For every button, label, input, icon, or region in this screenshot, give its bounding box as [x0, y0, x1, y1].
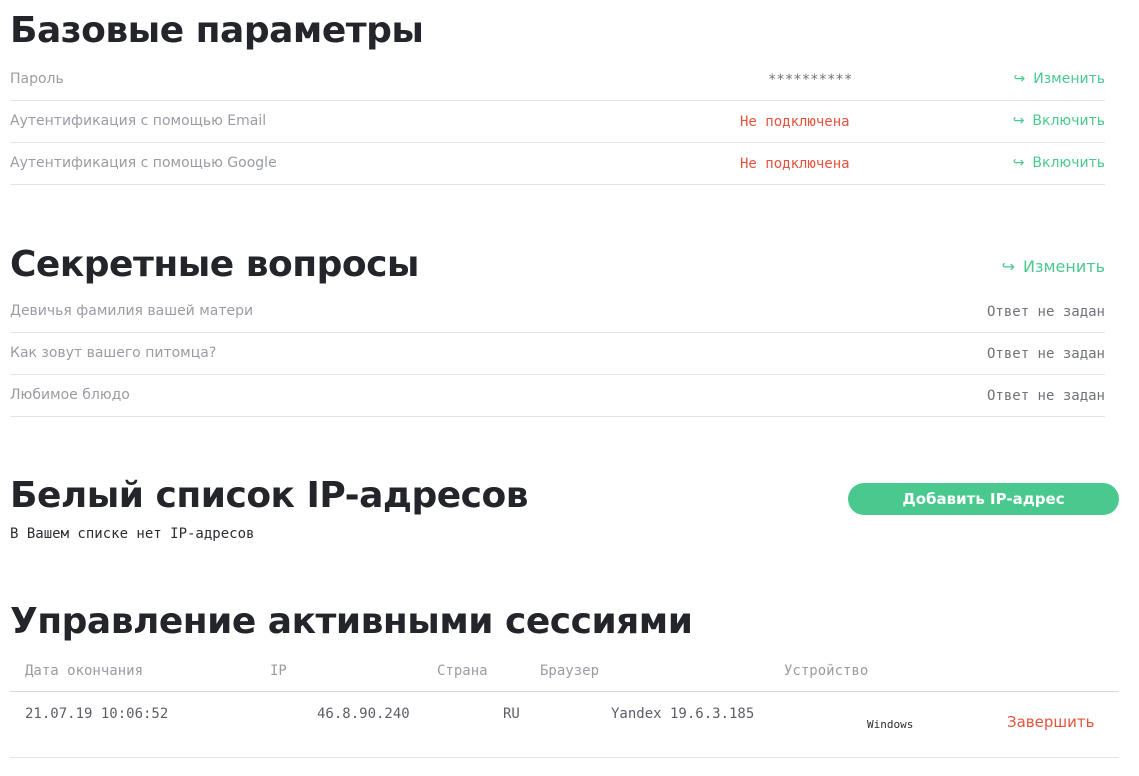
- session-ip: 46.8.90.240: [317, 706, 410, 722]
- column-header-device: Устройство: [784, 663, 869, 679]
- password-row: Пароль ********** ↪ Изменить: [10, 59, 1105, 101]
- password-value: **********: [768, 72, 853, 88]
- secret-question-label: Девичья фамилия вашей матери: [10, 303, 254, 319]
- redo-arrow-icon: ↪: [1012, 155, 1025, 171]
- secret-answer-status: Ответ не задан: [986, 304, 1105, 320]
- add-ip-button[interactable]: Добавить IP-адрес: [848, 483, 1119, 515]
- secret-questions-title: Секретные вопросы: [10, 244, 419, 285]
- column-header-ip: IP: [270, 663, 287, 679]
- ip-whitelist-empty-text: В Вашем списке нет IP-адресов: [10, 526, 255, 542]
- table-row-divider: [10, 757, 1119, 758]
- sessions-title: Управление активными сессиями: [10, 601, 693, 642]
- ip-whitelist-title: Белый список IP-адресов: [10, 475, 529, 516]
- redo-arrow-icon: ↪: [1013, 71, 1026, 87]
- enable-email-auth-button[interactable]: ↪ Включить: [1013, 113, 1105, 129]
- session-country: RU: [503, 706, 520, 722]
- redo-arrow-icon: ↪: [1001, 257, 1015, 276]
- google-auth-label: Аутентификация с помощью Google: [10, 155, 277, 171]
- change-password-button[interactable]: ↪ Изменить: [1014, 71, 1105, 87]
- change-secret-questions-button[interactable]: ↪ Изменить: [1002, 257, 1105, 276]
- secret-question-row: Девичья фамилия вашей матери Ответ не за…: [10, 291, 1105, 333]
- basic-settings-title: Базовые параметры: [10, 10, 424, 51]
- email-auth-status: Не подключена: [740, 114, 850, 130]
- email-auth-label: Аутентификация с помощью Email: [10, 113, 267, 129]
- secret-question-row: Как зовут вашего питомца? Ответ не задан: [10, 333, 1105, 375]
- column-header-end-date: Дата окончания: [25, 663, 144, 679]
- session-browser: Yandex 19.6.3.185: [611, 706, 755, 722]
- session-end-date: 21.07.19 10:06:52: [25, 706, 169, 722]
- secret-answer-status: Ответ не задан: [986, 346, 1105, 362]
- secret-answer-status: Ответ не задан: [986, 388, 1105, 404]
- table-header-divider: [10, 691, 1119, 692]
- enable-google-auth-button[interactable]: ↪ Включить: [1013, 155, 1105, 171]
- column-header-country: Страна: [437, 663, 488, 679]
- session-device: Windows: [867, 718, 914, 731]
- column-header-browser: Браузер: [540, 663, 600, 679]
- redo-arrow-icon: ↪: [1012, 113, 1025, 129]
- google-auth-row: Аутентификация с помощью Google Не подкл…: [10, 143, 1105, 185]
- secret-question-label: Любимое блюдо: [10, 387, 130, 403]
- secret-question-label: Как зовут вашего питомца?: [10, 345, 217, 361]
- secret-question-row: Любимое блюдо Ответ не задан: [10, 375, 1105, 417]
- email-auth-row: Аутентификация с помощью Email Не подклю…: [10, 101, 1105, 143]
- end-session-button[interactable]: Завершить: [1007, 713, 1094, 731]
- google-auth-status: Не подключена: [740, 156, 850, 172]
- password-label: Пароль: [10, 71, 64, 87]
